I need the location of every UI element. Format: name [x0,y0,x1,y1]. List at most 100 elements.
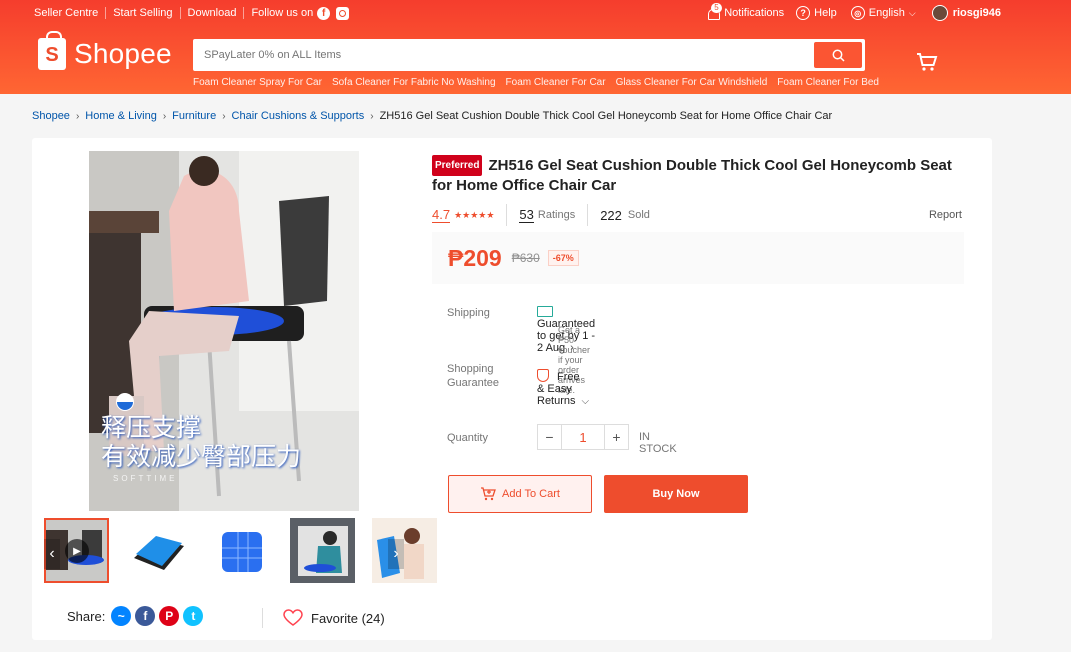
help-icon[interactable]: ? [796,6,811,20]
quantity-stepper: − 1 + [537,424,629,450]
quantity-input[interactable]: 1 [562,424,604,450]
favorite-label: Favorite (24) [311,610,385,626]
add-to-cart-label: Add To Cart [502,488,560,500]
buy-now-button[interactable]: Buy Now [604,475,748,513]
add-to-cart-button[interactable]: Add To Cart [448,475,592,513]
notification-count: 5 [711,3,722,13]
thumbnail[interactable] [290,518,355,583]
shopping-guarantee-label: Shopping Guarantee [447,362,499,390]
caption-line: 有效减少臀部压力 [101,442,302,471]
divider [243,7,245,19]
cart-button[interactable] [916,52,938,77]
main-product-image[interactable]: 释压支撑 有效减少臀部压力 SOFTTIME [89,151,359,511]
increase-button[interactable]: + [604,424,629,450]
chevron-right-icon: › [370,110,374,122]
chevron-right-icon: › [162,110,167,122]
truck-icon [537,306,553,317]
favorite-button[interactable]: Favorite (24) [262,608,385,628]
header: Seller Centre Start Selling Download Fol… [0,0,1071,94]
ratings-count[interactable]: 53 [519,207,534,223]
thumbnail[interactable] [208,518,273,583]
divider [105,7,107,19]
stock-status: IN STOCK [639,431,677,455]
divider [506,204,508,226]
breadcrumb: Shopee › Home & Living › Furniture › Cha… [32,110,832,122]
decrease-button[interactable]: − [537,424,562,450]
search-input[interactable] [196,42,814,68]
quantity-label: Quantity [447,432,488,444]
follow-us-label: Follow us on [251,7,314,19]
shipping-label: Shipping [447,307,490,319]
facebook-icon[interactable]: f [317,6,331,20]
report-link[interactable]: Report [929,209,962,221]
label-line: Shopping [447,363,494,375]
breadcrumb-item[interactable]: Chair Cushions & Supports [232,110,365,122]
share-label: Share: [67,608,106,624]
thumbnail-next-button[interactable]: › [388,539,404,569]
breadcrumb-item[interactable]: Home & Living [85,110,157,122]
chevron-right-icon: › [222,110,226,122]
thumbnail[interactable] [372,518,437,583]
preferred-badge: Preferred [432,155,483,176]
notifications-link[interactable]: Notifications [724,7,784,19]
thumbnail-prev-button[interactable]: ‹ [44,539,60,569]
chevron-down-icon[interactable]: ⌵ [909,8,916,19]
shield-icon [537,369,549,382]
cart-icon [917,53,938,71]
breadcrumb-item[interactable]: Furniture [172,110,216,122]
price-box: ₱209 ₱630 -67% [432,232,964,284]
image-brand-logo-icon [116,393,134,411]
messenger-icon[interactable]: ~ [111,606,132,626]
thumbnail-strip: ▶ [44,518,437,583]
product-title: ZH516 Gel Seat Cushion Double Thick Cool… [432,157,952,194]
logo-text: Shopee [74,38,172,69]
facebook-icon[interactable]: f [135,606,156,626]
suggestion-link[interactable]: Foam Cleaner For Bed [777,77,879,88]
thumbnail[interactable] [126,518,191,583]
suggestion-link[interactable]: Foam Cleaner For Car [506,77,606,88]
suggestion-link[interactable]: Foam Cleaner Spray For Car [193,77,322,88]
twitter-icon[interactable]: t [183,606,204,626]
shopee-bag-icon: S [38,31,66,70]
thumbnail-photo [208,518,273,583]
label-line: Guarantee [447,377,499,389]
instagram-icon[interactable] [336,6,350,20]
pinterest-icon[interactable]: P [159,606,180,626]
avatar[interactable] [931,5,948,21]
sold-label: Sold [627,209,650,221]
shopee-logo[interactable]: S Shopee [38,31,172,70]
share-section: Share: ~ f P t [67,606,204,626]
search-button[interactable] [814,42,862,68]
username[interactable]: riosgi946 [953,7,1001,19]
product-title-block: Preferred ZH516 Gel Seat Cushion Double T… [432,155,962,195]
image-brand-text: SOFTTIME [113,474,178,483]
search-suggestions: Foam Cleaner Spray For Car Sofa Cleaner … [193,77,879,88]
chevron-down-icon: ⌵ [581,396,590,407]
search-bar [193,39,865,71]
rating-value[interactable]: 4.7 [432,207,451,223]
play-icon[interactable]: ▶ [65,539,89,563]
heart-icon [283,609,303,626]
sold-count: 222 [600,207,622,223]
returns-guarantee[interactable]: Free & Easy Returns ⌵ [537,369,589,407]
breadcrumb-item[interactable]: Shopee [32,110,70,122]
product-card: 释压支撑 有效减少臀部压力 SOFTTIME ▶ ‹ › Share: ~ f … [32,138,992,640]
chevron-right-icon: › [75,110,80,122]
globe-icon[interactable]: ◎ [850,6,865,20]
product-stats: 4.7 ★★★★★ 53 Ratings 222 Sold Report [432,204,962,226]
seller-centre-link[interactable]: Seller Centre [34,7,98,19]
star-rating-icon: ★★★★★ [454,209,495,220]
ratings-label: Ratings [537,209,576,221]
discount-badge: -67% [547,250,579,266]
suggestion-link[interactable]: Glass Cleaner For Car Windshield [616,77,768,88]
search-icon [832,49,845,62]
start-selling-link[interactable]: Start Selling [113,7,172,19]
help-link[interactable]: Help [814,7,837,19]
current-price: ₱209 [448,244,502,271]
thumbnail-photo [372,518,437,583]
download-link[interactable]: Download [188,7,237,19]
thumbnail-photo [290,518,355,583]
suggestion-link[interactable]: Sofa Cleaner For Fabric No Washing [332,77,496,88]
language-selector[interactable]: English [869,7,905,19]
bell-icon[interactable]: 5 [707,3,722,20]
